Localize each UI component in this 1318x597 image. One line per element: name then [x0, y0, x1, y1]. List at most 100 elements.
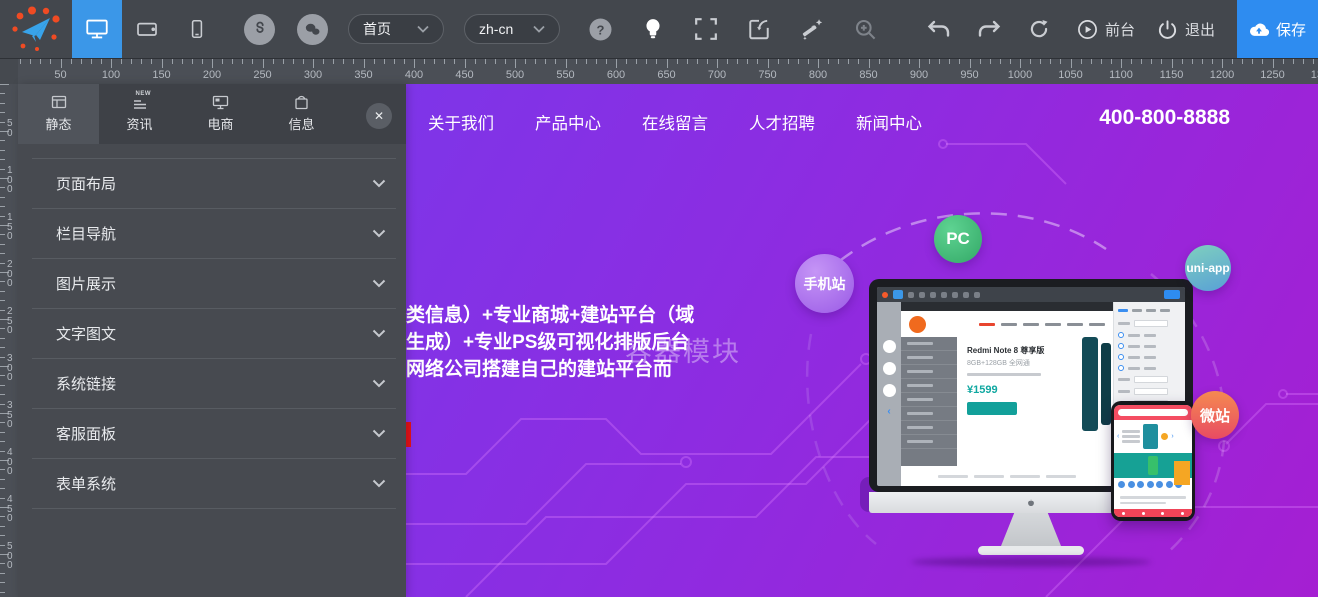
refresh-icon[interactable] — [1025, 15, 1053, 43]
panel-tab-4[interactable]: 信息 — [261, 84, 342, 144]
panel-tab-2[interactable]: NEW资讯 — [99, 84, 180, 144]
mini-site-logo — [909, 316, 926, 333]
device-tablet-button[interactable] — [122, 0, 172, 58]
ruler-tick — [394, 59, 395, 64]
ruler-tick — [1000, 59, 1001, 64]
panel-section-2[interactable]: 栏目导航 — [32, 209, 396, 259]
exit-button[interactable]: 退出 — [1157, 19, 1215, 40]
device-desktop-button[interactable] — [72, 0, 122, 58]
ruler-tick — [0, 385, 5, 386]
ruler-tick — [0, 375, 5, 376]
ruler-tick — [374, 59, 375, 64]
mobile-header — [1114, 405, 1192, 420]
panel-tab-1[interactable]: 静态 — [18, 84, 99, 144]
ruler-tick — [1232, 59, 1233, 64]
ruler-tick — [0, 526, 5, 527]
ruler-tick — [303, 59, 304, 64]
ruler-tick — [1151, 59, 1152, 64]
ruler-label: 1250 — [1260, 69, 1284, 81]
site-nav-item-4[interactable]: 人才招聘 — [749, 110, 815, 134]
ruler-label: 850 — [859, 69, 877, 81]
apple-logo-icon — [1027, 499, 1035, 507]
ruler-tick — [0, 103, 5, 104]
ruler-tick — [0, 582, 5, 583]
ruler-tick — [364, 59, 365, 68]
ruler-tick — [515, 59, 516, 68]
redo-icon[interactable] — [975, 15, 1003, 43]
badge-pc: PC — [934, 215, 982, 263]
panel-section-4[interactable]: 文字图文 — [32, 309, 396, 359]
site-phone-number[interactable]: 400-800-8888 — [1099, 106, 1230, 130]
site-nav-item-1[interactable]: 关于我们 — [428, 110, 494, 134]
ruler-tick — [909, 59, 910, 64]
panel-section-7[interactable]: 表单系统 — [32, 459, 396, 509]
app-logo[interactable] — [0, 0, 72, 58]
ruler-tick — [404, 59, 405, 64]
ruler-tick — [899, 59, 900, 64]
hero-line: 类信息）+专业商城+建站平台（域 — [406, 302, 694, 329]
panel-tabs: 静态 NEW资讯电商信息 — [18, 84, 406, 144]
ruler-tick — [656, 59, 657, 64]
ruler-tick — [747, 59, 748, 64]
site-nav-item-2[interactable]: 产品中心 — [535, 110, 601, 134]
ruler-tick — [1020, 59, 1021, 68]
ruler-tick — [667, 59, 668, 68]
device-mobile-button[interactable] — [172, 0, 222, 58]
module-watermark: 容器模块 — [625, 330, 741, 369]
magic-wand-icon[interactable] — [798, 15, 826, 43]
ruler-tick — [1010, 59, 1011, 64]
panel-tab-3[interactable]: 电商 — [180, 84, 261, 144]
fullscreen-icon[interactable] — [692, 15, 720, 43]
lightbulb-icon[interactable] — [639, 15, 667, 43]
ruler-label: 1300 — [1311, 69, 1318, 81]
close-icon: ✕ — [374, 109, 384, 123]
ruler-tick — [1121, 59, 1122, 68]
panel-close-button[interactable]: ✕ — [366, 103, 392, 129]
ruler-label: 400 — [405, 69, 423, 81]
panel-section-1[interactable]: 页面布局 — [32, 159, 396, 209]
zoom-search-icon[interactable] — [851, 15, 879, 43]
ruler-tick — [0, 404, 5, 405]
panel-tab-label: 静态 — [45, 114, 71, 133]
panel-section-3[interactable]: 图片展示 — [32, 259, 396, 309]
ruler-tick — [1192, 59, 1193, 64]
mobile-mockup: ‹ › — [1111, 401, 1195, 521]
panel-section-6[interactable]: 客服面板 — [32, 409, 396, 459]
website-builder-editor: 首页 zh-cn ? — [0, 0, 1318, 597]
ruler-tick — [566, 59, 567, 68]
ruler-tick — [444, 59, 445, 64]
wechat-icon[interactable] — [297, 14, 328, 45]
site-nav-item-5[interactable]: 新闻中心 — [856, 110, 922, 134]
page-dropdown[interactable]: 首页 — [348, 14, 444, 44]
ruler-tick — [616, 59, 617, 68]
ruler-tick — [0, 441, 5, 442]
news-list-icon — [132, 95, 148, 110]
ruler-label: 5 0 — [7, 119, 13, 138]
ruler-tick — [454, 59, 455, 64]
panel-section-5[interactable]: 系统链接 — [32, 359, 396, 409]
ruler-label: 350 — [354, 69, 372, 81]
ruler-tick — [495, 59, 496, 64]
ruler-tick — [40, 59, 41, 64]
ruler-label: 500 — [506, 69, 524, 81]
miniprogram-icon[interactable] — [244, 14, 275, 45]
ruler-tick — [353, 59, 354, 64]
site-nav-item-3[interactable]: 在线留言 — [642, 110, 708, 134]
site-canvas[interactable]: 关于我们 产品中心 在线留言 人才招聘 新闻中心 400-800-8888 类信息）+专… — [406, 84, 1318, 597]
ruler-tick — [0, 263, 5, 264]
preview-front-button[interactable]: 前台 — [1077, 19, 1135, 40]
ruler-tick — [434, 59, 435, 64]
save-button[interactable]: 保存 — [1237, 0, 1318, 58]
ruler-tick — [91, 59, 92, 64]
ruler-label: 150 — [152, 69, 170, 81]
ruler-tick — [1303, 59, 1304, 64]
ruler-tick — [0, 206, 5, 207]
new-badge: NEW — [136, 91, 152, 97]
language-dropdown[interactable]: zh-cn — [464, 14, 560, 44]
undo-icon[interactable] — [925, 15, 953, 43]
draft-import-icon[interactable] — [745, 15, 773, 43]
ruler-tick — [596, 59, 597, 64]
help-icon[interactable]: ? — [586, 15, 614, 43]
ruler-tick — [0, 244, 5, 245]
ruler-tick — [1071, 59, 1072, 68]
